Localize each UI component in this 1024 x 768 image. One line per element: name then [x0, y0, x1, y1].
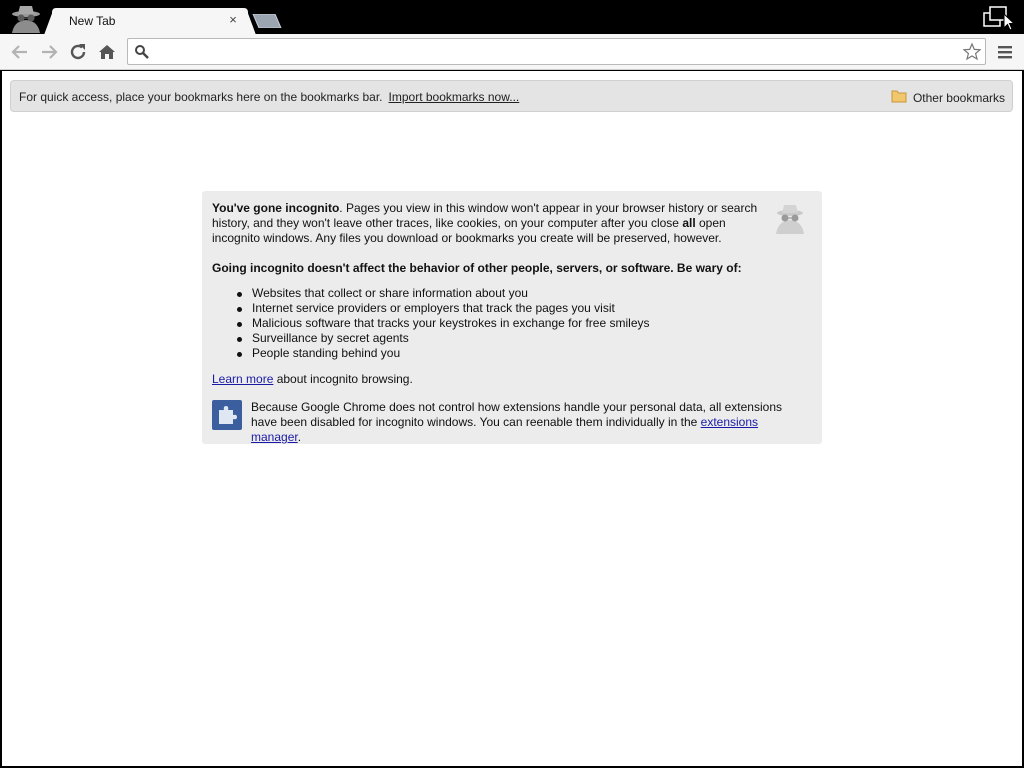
learn-more-link[interactable]: Learn more	[212, 372, 273, 386]
tab-title: New Tab	[69, 14, 116, 28]
new-tab-button[interactable]	[252, 13, 282, 29]
toolbar	[0, 34, 1024, 70]
omnibox-input[interactable]	[154, 42, 954, 61]
bookmarks-message-text: For quick access, place your bookmarks h…	[19, 90, 383, 104]
list-item: Internet service providers or employers …	[237, 301, 812, 316]
incognito-spy-icon	[6, 3, 46, 33]
list-item: Malicious software that tracks your keys…	[237, 316, 812, 331]
incognito-info-box: You've gone incognito. Pages you view in…	[202, 191, 822, 444]
incognito-intro-all: all	[682, 216, 696, 230]
extensions-end: .	[297, 430, 302, 444]
other-bookmarks-label: Other bookmarks	[912, 90, 1005, 105]
tab-new-tab[interactable]: New Tab ×	[44, 8, 256, 35]
list-item: Websites that collect or share informati…	[237, 286, 812, 301]
omnibox[interactable]	[127, 38, 986, 65]
home-icon[interactable]	[95, 40, 119, 64]
search-icon	[134, 44, 150, 60]
learn-more-rest: about incognito browsing.	[273, 372, 413, 386]
bookmarks-bar-message: For quick access, place your bookmarks h…	[19, 90, 519, 104]
warning-list: Websites that collect or share informati…	[237, 286, 812, 361]
extensions-notice: Because Google Chrome does not control h…	[212, 400, 812, 444]
incognito-intro-bold: You've gone incognito	[212, 201, 340, 215]
tab-close-icon[interactable]: ×	[226, 13, 240, 27]
incognito-spy-icon	[772, 201, 808, 235]
warning-heading: Going incognito doesn't affect the behav…	[212, 261, 742, 275]
mouse-cursor-icon	[1003, 12, 1016, 31]
star-icon[interactable]	[962, 42, 982, 62]
folder-icon	[891, 89, 907, 106]
forward-arrow-icon[interactable]	[37, 40, 61, 64]
learn-more-line: Learn more about incognito browsing.	[212, 372, 812, 386]
puzzle-icon	[212, 400, 242, 430]
menu-icon[interactable]	[993, 40, 1017, 64]
list-item: Surveillance by secret agents	[237, 331, 812, 346]
list-item: People standing behind you	[237, 346, 812, 361]
incognito-intro: You've gone incognito. Pages you view in…	[212, 201, 764, 246]
extensions-text: Because Google Chrome does not control h…	[251, 400, 811, 445]
tab-strip: New Tab ×	[0, 0, 1024, 35]
bookmarks-bar: For quick access, place your bookmarks h…	[10, 80, 1013, 112]
back-arrow-icon[interactable]	[8, 40, 32, 64]
reload-icon[interactable]	[66, 40, 90, 64]
other-bookmarks-button[interactable]: Other bookmarks	[891, 89, 1005, 106]
page-content: For quick access, place your bookmarks h…	[2, 71, 1022, 766]
import-bookmarks-link[interactable]: Import bookmarks now...	[389, 90, 520, 104]
